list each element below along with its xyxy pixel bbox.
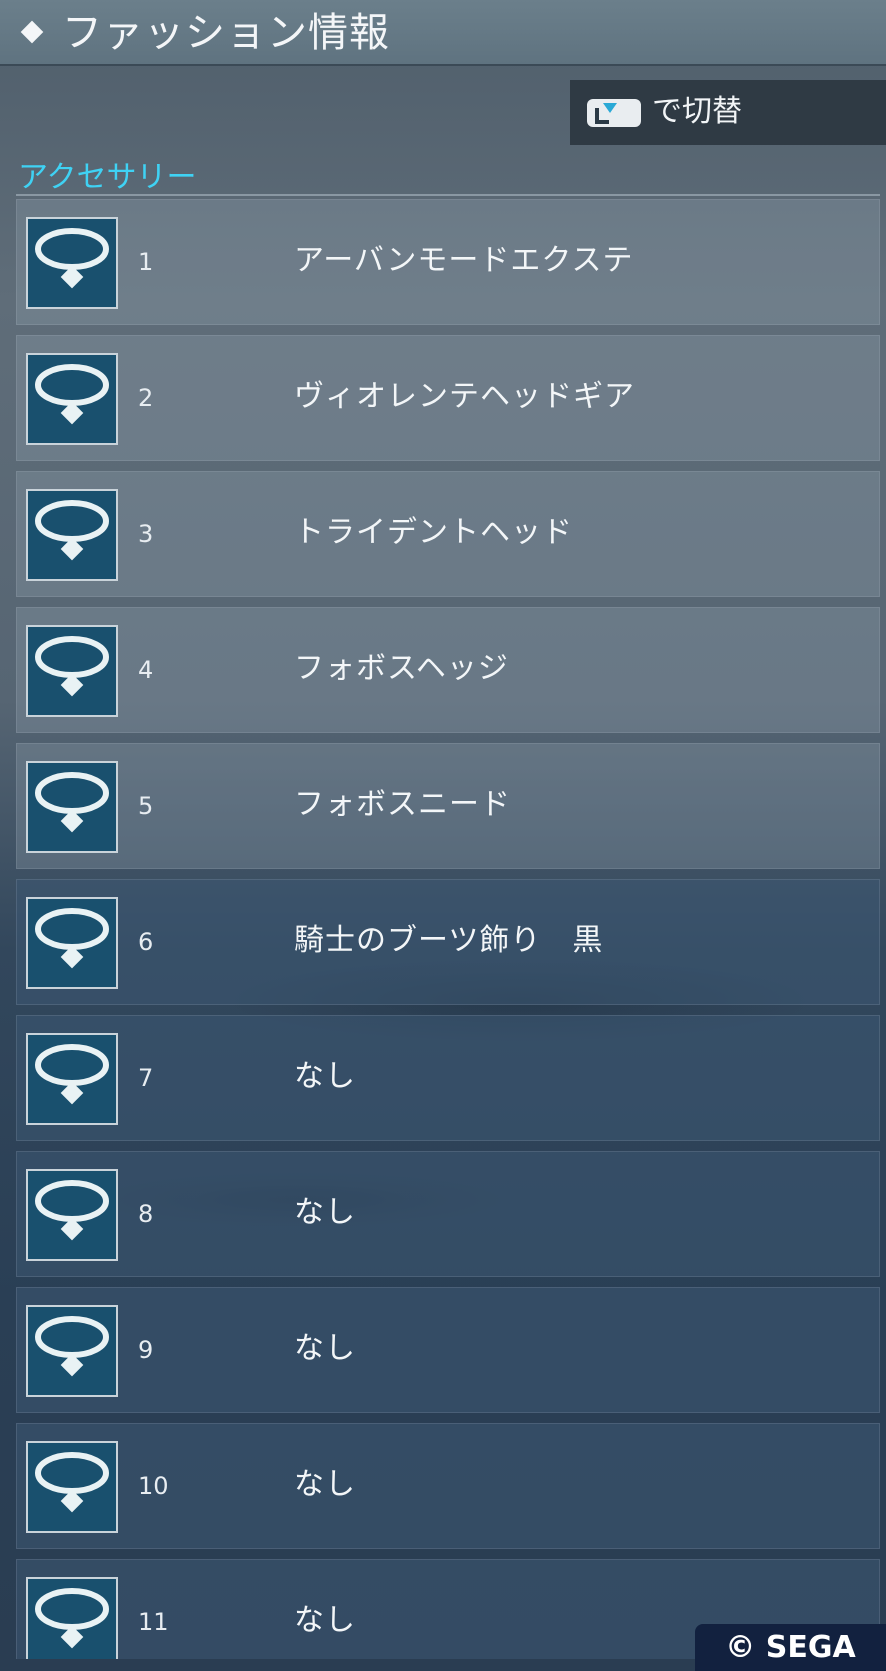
item-number: 2 [138,384,154,412]
section-divider [16,194,880,196]
necklace-icon [26,761,118,853]
item-name: なし [294,1195,356,1230]
item-number: 6 [138,928,154,956]
list-item[interactable]: 8 なし [16,1151,880,1277]
list-item[interactable]: 3 トライデントヘッド [16,471,880,597]
page-title: ファッション情報 [62,10,390,56]
list-item[interactable]: 1 アーバンモードエクステ [16,199,880,325]
header-bar: ファッション情報 [0,0,886,66]
necklace-icon [26,217,118,309]
section-title: アクセサリー [18,160,197,195]
l-button-icon [587,99,641,127]
necklace-icon [26,1169,118,1261]
item-name: 騎士のブーツ飾り 黒 [294,923,604,958]
necklace-icon [26,1305,118,1397]
copyright-badge: © SEGA [695,1624,886,1671]
list-item[interactable]: 9 なし [16,1287,880,1413]
item-name: なし [294,1603,356,1638]
item-name: アーバンモードエクステ [294,243,634,278]
item-number: 3 [138,520,154,548]
item-name: なし [294,1059,356,1094]
item-number: 1 [138,248,154,276]
necklace-icon [26,1441,118,1533]
list-item[interactable]: 7 なし [16,1015,880,1141]
necklace-icon [26,1577,118,1659]
list-item[interactable]: 2 ヴィオレンテヘッドギア [16,335,880,461]
item-name: なし [294,1467,356,1502]
list-item[interactable]: 6 騎士のブーツ飾り 黒 [16,879,880,1005]
item-number: 7 [138,1064,154,1092]
necklace-icon [26,897,118,989]
item-number: 9 [138,1336,154,1364]
item-name: フォボスヘッジ [294,651,509,686]
list-item[interactable]: 4 フォボスヘッジ [16,607,880,733]
diamond-icon [20,20,44,44]
necklace-icon [26,489,118,581]
item-number: 8 [138,1200,154,1228]
item-name: ヴィオレンテヘッドギア [294,379,635,414]
item-number: 4 [138,656,154,684]
item-name: なし [294,1331,356,1366]
list-item[interactable]: 5 フォボスニード [16,743,880,869]
item-number: 10 [138,1472,169,1500]
list-item[interactable]: 10 なし [16,1423,880,1549]
item-name: トライデントヘッド [294,515,573,550]
accessory-list: 1 アーバンモードエクステ 2 ヴィオレンテヘッドギア 3 トライデントヘッド … [16,199,880,1659]
switch-tab-button[interactable]: で切替 [570,80,886,145]
necklace-icon [26,1033,118,1125]
item-number: 11 [138,1608,169,1636]
necklace-icon [26,625,118,717]
necklace-icon [26,353,118,445]
switch-label: で切替 [652,94,742,129]
item-name: フォボスニード [294,787,511,822]
item-number: 5 [138,792,154,820]
